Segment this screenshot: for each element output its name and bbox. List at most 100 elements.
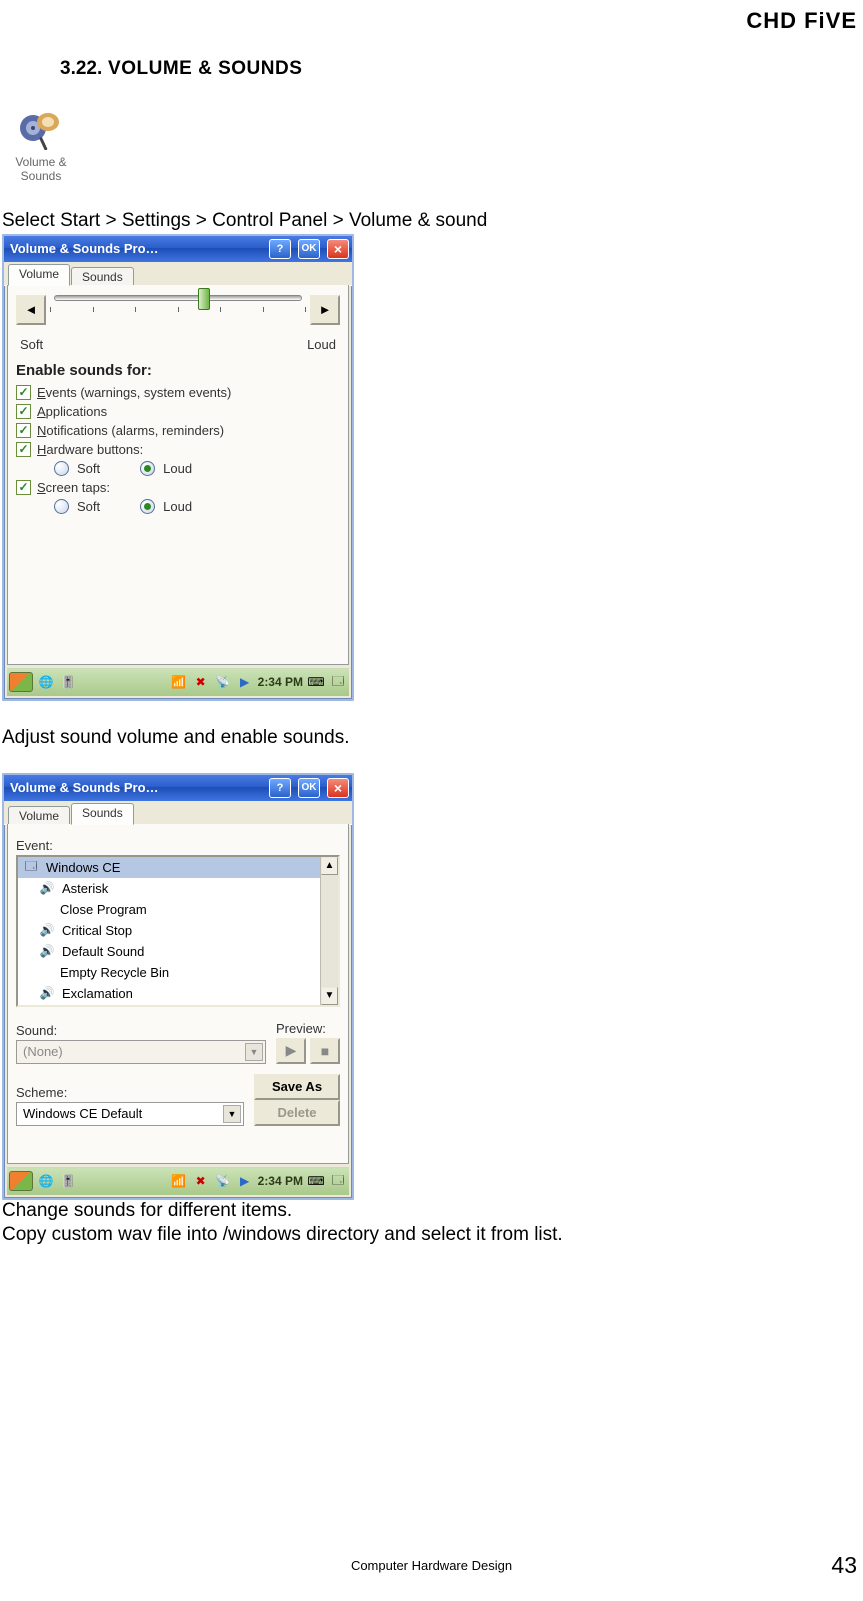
stop-button[interactable]: ■ bbox=[310, 1038, 340, 1064]
tray-icon-5[interactable]: 📡 bbox=[214, 673, 232, 691]
list-item-label: Empty Recycle Bin bbox=[60, 965, 169, 980]
taps-soft-label: Soft bbox=[77, 499, 100, 514]
notifications-checkbox[interactable]: ✓ bbox=[16, 423, 31, 438]
volume-sounds-icon bbox=[19, 110, 63, 153]
scroll-down-button[interactable]: ▼ bbox=[321, 987, 338, 1005]
tab-sounds[interactable]: Sounds bbox=[71, 267, 134, 287]
hardware-buttons-label: Hardware buttons: bbox=[37, 442, 143, 457]
speaker-icon: 🔊 bbox=[38, 880, 56, 896]
sip-button-2[interactable]: ⌨ bbox=[307, 1172, 325, 1190]
tray-icon-6[interactable]: ▶ bbox=[236, 673, 254, 691]
control-panel-icon-block: Volume & Sounds bbox=[6, 110, 76, 184]
applications-checkbox[interactable]: ✓ bbox=[16, 404, 31, 419]
tray-icon-2b[interactable]: 🎚️ bbox=[59, 1172, 77, 1190]
tray-icon-1b[interactable]: 🌐 bbox=[37, 1172, 55, 1190]
instruction-1: Select Start > Settings > Control Panel … bbox=[2, 210, 863, 232]
hw-soft-label: Soft bbox=[77, 461, 100, 476]
tray-icon-4b[interactable]: ✖ bbox=[192, 1172, 210, 1190]
tab-sounds-2[interactable]: Sounds bbox=[71, 803, 134, 825]
close-button[interactable]: × bbox=[327, 239, 349, 259]
list-item[interactable]: 🔊 Exclamation bbox=[18, 983, 320, 1004]
help-button[interactable]: ? bbox=[269, 239, 291, 259]
section-heading: 3.22. VOLUME & SOUNDS bbox=[60, 58, 863, 80]
list-item-label: Asterisk bbox=[62, 881, 108, 896]
save-as-button[interactable]: Save As bbox=[254, 1074, 340, 1100]
event-listbox[interactable]: 🗔 Windows CE 🔊 Asterisk Close Program 🔊 … bbox=[16, 855, 340, 1007]
volume-up-button[interactable]: ► bbox=[310, 295, 340, 325]
tab-volume-2[interactable]: Volume bbox=[8, 806, 70, 826]
volume-tab-body: ◄ ► Soft Loud Enable sounds for: ✓ E bbox=[7, 285, 349, 665]
hw-soft-radio[interactable] bbox=[54, 461, 69, 476]
close-button-2[interactable]: × bbox=[327, 778, 349, 798]
start-button-2[interactable] bbox=[9, 1171, 33, 1191]
events-checkbox[interactable]: ✓ bbox=[16, 385, 31, 400]
instruction-4: Copy custom wav file into /windows direc… bbox=[2, 1224, 863, 1246]
screen-taps-checkbox[interactable]: ✓ bbox=[16, 480, 31, 495]
tray-icon-3b[interactable]: 📶 bbox=[170, 1172, 188, 1190]
list-item-label: Close Program bbox=[60, 902, 147, 917]
volume-slider-track[interactable] bbox=[54, 295, 302, 301]
list-item[interactable]: 🗔 Windows CE bbox=[18, 857, 320, 878]
ok-button-2[interactable]: OK bbox=[298, 778, 320, 798]
sound-combo[interactable]: (None) ▼ bbox=[16, 1040, 266, 1064]
instruction-2: Adjust sound volume and enable sounds. bbox=[2, 727, 863, 749]
notifications-label: Notifications (alarms, reminders) bbox=[37, 423, 224, 438]
volume-window: Volume & Sounds Pro… ? OK × Volume Sound… bbox=[2, 234, 354, 701]
help-button-2[interactable]: ? bbox=[269, 778, 291, 798]
tray-icon-5b[interactable]: 📡 bbox=[214, 1172, 232, 1190]
speaker-icon: 🔊 bbox=[38, 922, 56, 938]
tray-icon-3[interactable]: 📶 bbox=[170, 673, 188, 691]
clock-2: 2:34 PM bbox=[258, 1174, 303, 1188]
desktop-button-2[interactable]: 🗔 bbox=[329, 1172, 347, 1190]
tray-icon-4[interactable]: ✖ bbox=[192, 673, 210, 691]
instruction-3: Change sounds for different items. bbox=[2, 1200, 863, 1222]
sounds-window: Volume & Sounds Pro… ? OK × Volume Sound… bbox=[2, 773, 354, 1200]
footer-text: Computer Hardware Design bbox=[351, 1558, 512, 1573]
list-item[interactable]: Close Program bbox=[18, 899, 320, 920]
tab-volume[interactable]: Volume bbox=[8, 264, 70, 286]
list-item[interactable]: 🔊 Asterisk bbox=[18, 878, 320, 899]
taps-loud-label: Loud bbox=[163, 499, 192, 514]
ok-button[interactable]: OK bbox=[298, 239, 320, 259]
hardware-buttons-checkbox[interactable]: ✓ bbox=[16, 442, 31, 457]
control-panel-icon-label: Volume & Sounds bbox=[6, 155, 76, 184]
hw-loud-radio[interactable] bbox=[140, 461, 155, 476]
slider-ticks bbox=[50, 307, 306, 312]
hw-loud-label: Loud bbox=[163, 461, 192, 476]
section-number: 3.22. bbox=[60, 58, 102, 79]
brand-label: CHD FiVE bbox=[0, 8, 863, 34]
desktop-button[interactable]: 🗔 bbox=[329, 673, 347, 691]
sip-button[interactable]: ⌨ bbox=[307, 673, 325, 691]
tabs-row-2: Volume Sounds bbox=[4, 801, 352, 825]
delete-button[interactable]: Delete bbox=[254, 1100, 340, 1126]
play-button[interactable]: ▶ bbox=[276, 1038, 306, 1064]
list-item-label: Windows CE bbox=[46, 860, 120, 875]
tray-icon-2[interactable]: 🎚️ bbox=[59, 673, 77, 691]
scheme-combo-value: Windows CE Default bbox=[23, 1106, 142, 1121]
list-item-label: Exclamation bbox=[62, 986, 133, 1001]
tray-icon-1[interactable]: 🌐 bbox=[37, 673, 55, 691]
list-item[interactable]: 🔊 Default Sound bbox=[18, 941, 320, 962]
chevron-down-icon: ▼ bbox=[223, 1105, 241, 1123]
sound-combo-value: (None) bbox=[23, 1044, 63, 1059]
tray-icon-6b[interactable]: ▶ bbox=[236, 1172, 254, 1190]
preview-label: Preview: bbox=[276, 1021, 340, 1036]
listbox-scrollbar[interactable]: ▲ ▼ bbox=[320, 857, 338, 1005]
volume-down-button[interactable]: ◄ bbox=[16, 295, 46, 325]
scheme-combo[interactable]: Windows CE Default ▼ bbox=[16, 1102, 244, 1126]
start-button[interactable] bbox=[9, 672, 33, 692]
speaker-icon: 🔊 bbox=[38, 943, 56, 959]
scroll-up-button[interactable]: ▲ bbox=[321, 857, 338, 875]
taps-loud-radio[interactable] bbox=[140, 499, 155, 514]
event-label: Event: bbox=[16, 838, 340, 853]
list-item[interactable]: 🔊 Critical Stop bbox=[18, 920, 320, 941]
events-label: Events (warnings, system events) bbox=[37, 385, 231, 400]
sounds-tab-body: Event: 🗔 Windows CE 🔊 Asterisk Close Pro… bbox=[7, 824, 349, 1164]
applications-label: Applications bbox=[37, 404, 107, 419]
screen-taps-label: Screen taps: bbox=[37, 480, 110, 495]
taps-soft-radio[interactable] bbox=[54, 499, 69, 514]
enable-sounds-heading: Enable sounds for: bbox=[16, 362, 340, 379]
label-soft: Soft bbox=[20, 337, 43, 352]
list-item[interactable]: Empty Recycle Bin bbox=[18, 962, 320, 983]
section-title: VOLUME & SOUNDS bbox=[102, 58, 302, 79]
